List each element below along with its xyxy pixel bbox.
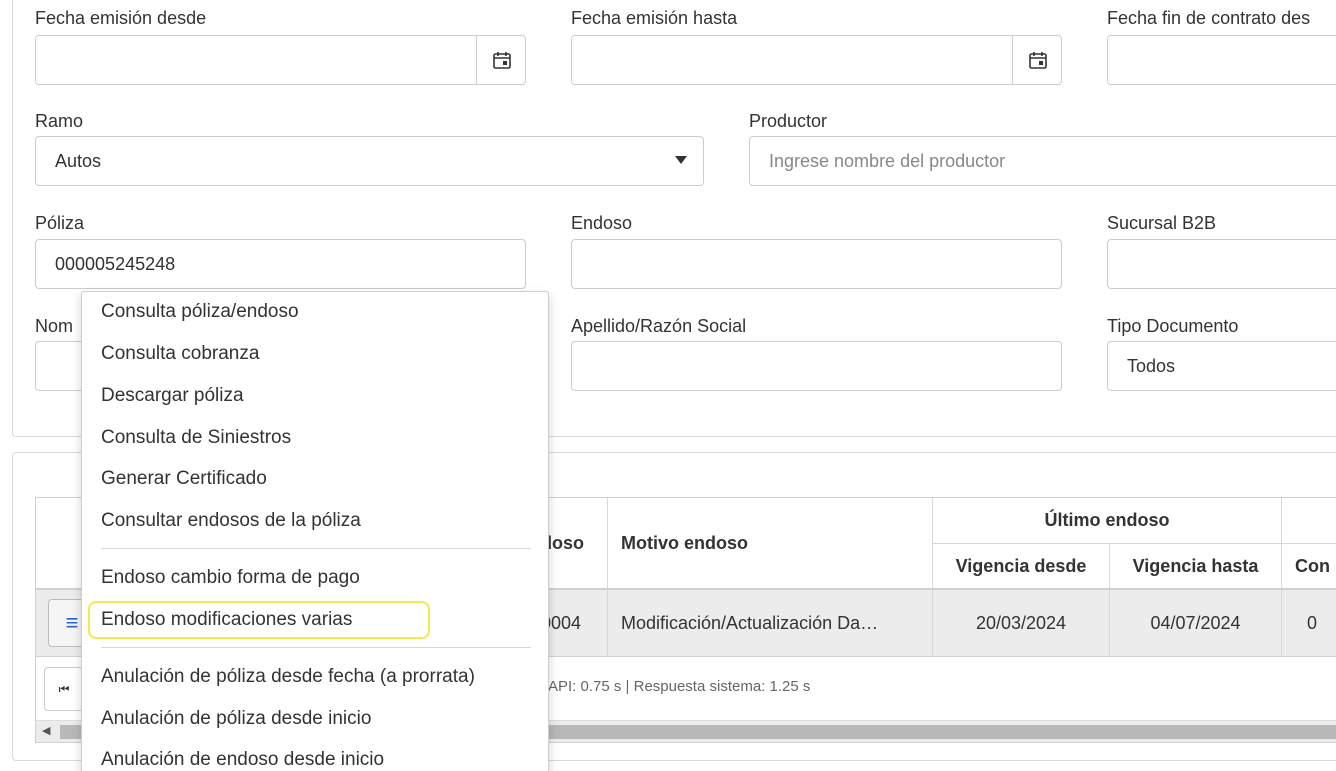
menu-item-consulta-cobranza[interactable]: Consulta cobranza (101, 343, 259, 365)
fecha-desde-input[interactable] (35, 35, 526, 85)
header-motivo[interactable]: Motivo endoso (608, 498, 933, 589)
tipo-doc-value: Todos (1127, 355, 1176, 376)
apellido-label: Apellido/Razón Social (571, 316, 747, 336)
menu-item-consulta-poliza[interactable]: Consulta póliza/endoso (101, 301, 299, 323)
ramo-select[interactable]: Autos (35, 136, 704, 186)
productor-placeholder: Ingrese nombre del productor (769, 150, 1006, 171)
productor-label: Productor (749, 111, 828, 131)
poliza-label: Póliza (35, 213, 85, 233)
calendar-icon[interactable] (476, 36, 525, 84)
timing-info: API: 0.75 s | Respuesta sistema: 1.25 s (548, 678, 811, 695)
pager-first-button[interactable]: ⏮ (44, 667, 84, 711)
cell-vigencia-desde: 20/03/2024 (933, 590, 1110, 656)
endoso-label: Endoso (571, 213, 633, 233)
menu-item-generar-certificado[interactable]: Generar Certificado (101, 468, 267, 490)
menu-item-anulacion-poliza-inicio[interactable]: Anulación de póliza desde inicio (101, 708, 371, 730)
menu-item-consulta-siniestros[interactable]: Consulta de Siniestros (101, 427, 291, 449)
menu-item-descargar-poliza[interactable]: Descargar póliza (101, 385, 244, 407)
cell-vigencia-hasta: 04/07/2024 (1110, 590, 1282, 656)
poliza-value: 000005245248 (55, 253, 176, 274)
cell-endoso: 0004 (541, 590, 608, 656)
row-actions-menu: Consulta póliza/endoso Consulta cobranza… (81, 291, 549, 771)
menu-item-consultar-endosos[interactable]: Consultar endosos de la póliza (101, 510, 361, 532)
cell-motivo: Modificación/Actualización Da… (608, 590, 933, 656)
nombre-label: Nom (35, 316, 74, 336)
header-endoso[interactable]: doso (541, 498, 608, 589)
menu-divider (101, 647, 531, 648)
header-group-right (1282, 498, 1336, 544)
tipo-doc-select[interactable]: Todos (1107, 341, 1336, 391)
ramo-value: Autos (55, 150, 102, 171)
caret-down-icon (675, 156, 687, 164)
calendar-icon[interactable] (1012, 36, 1061, 84)
fecha-hasta-label: Fecha emisión hasta (571, 8, 738, 28)
header-vigencia-hasta[interactable]: Vigencia hasta (1110, 544, 1282, 589)
menu-item-anulacion-prorrata[interactable]: Anulación de póliza desde fecha (a prorr… (101, 666, 475, 688)
scroll-left-icon[interactable]: ◀ (42, 724, 50, 737)
apellido-input[interactable] (571, 341, 1062, 391)
menu-divider (101, 548, 531, 549)
ramo-label: Ramo (35, 111, 84, 131)
cell-com: 0 (1307, 612, 1318, 633)
endoso-input[interactable] (571, 239, 1062, 289)
fecha-hasta-input[interactable] (571, 35, 1062, 85)
sucursal-input[interactable] (1107, 239, 1336, 289)
tipo-doc-label: Tipo Documento (1107, 316, 1239, 336)
fecha-desde-label: Fecha emisión desde (35, 8, 207, 28)
productor-input[interactable]: Ingrese nombre del productor (749, 136, 1336, 186)
header-com[interactable]: Con (1282, 544, 1336, 589)
header-ultimo-endoso: Último endoso (933, 498, 1282, 544)
sucursal-label: Sucursal B2B (1107, 213, 1217, 233)
menu-item-endoso-forma-pago[interactable]: Endoso cambio forma de pago (101, 567, 360, 589)
menu-item-endoso-modificaciones-varias[interactable]: Endoso modificaciones varias (101, 609, 352, 631)
menu-item-anulacion-endoso-inicio[interactable]: Anulación de endoso desde inicio (101, 749, 384, 771)
fecha-fin-label: Fecha fin de contrato des (1107, 8, 1311, 28)
header-vigencia-desde[interactable]: Vigencia desde (933, 544, 1110, 589)
fecha-fin-input[interactable] (1107, 35, 1336, 85)
poliza-input[interactable]: 000005245248 (35, 239, 526, 289)
page: Fecha emisión desde Fecha emisión hasta … (0, 0, 1336, 771)
